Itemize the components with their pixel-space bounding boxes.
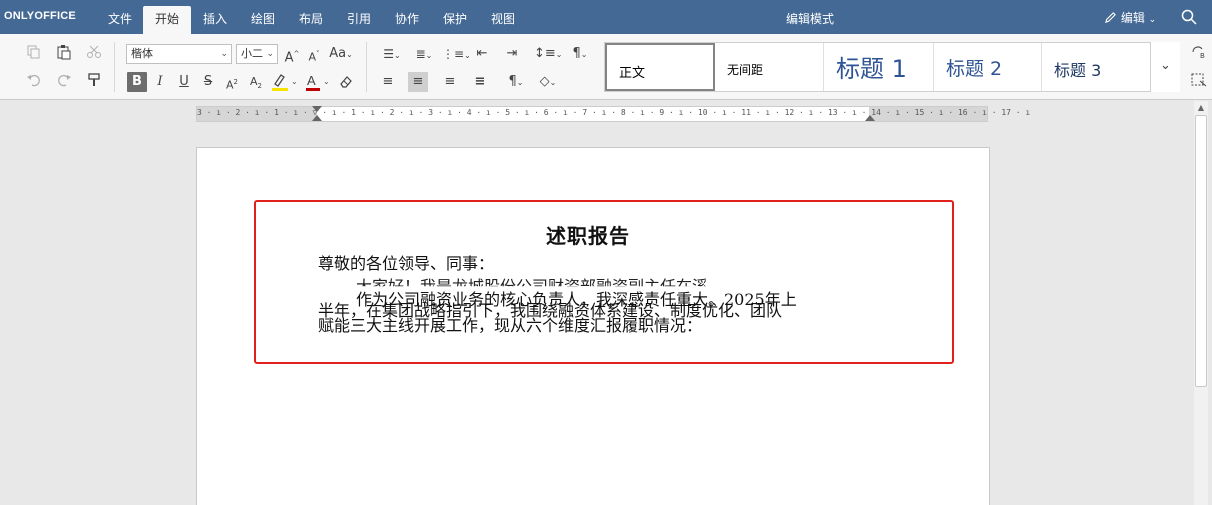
svg-text:⌄: ⌄ (323, 77, 330, 86)
pencil-icon (1104, 12, 1116, 24)
styles-gallery: 正文 无间距 标题 1 标题 2 标题 3 (604, 42, 1180, 92)
document-title[interactable]: 述职报告 (546, 220, 630, 249)
decrease-indent-icon[interactable]: ⇤ (472, 44, 492, 64)
toolbar-divider (366, 42, 367, 92)
nonprinting-characters-icon[interactable]: ¶⌄ (502, 72, 530, 92)
tab-home[interactable]: 开始 (143, 6, 192, 34)
font-color-icon[interactable]: A ⌄ (304, 72, 332, 92)
style-no-spacing[interactable]: 无间距 (715, 43, 823, 91)
document-line[interactable]: 尊敬的各位领导、同事： (318, 250, 494, 274)
select-all-icon[interactable] (1190, 72, 1208, 88)
tab-references[interactable]: 引用 (335, 6, 383, 34)
undo-icon[interactable] (26, 72, 42, 88)
align-right-icon[interactable]: ≡ (440, 72, 460, 92)
superscript-icon[interactable]: A2 (222, 72, 242, 92)
style-heading-1[interactable]: 标题 1 (823, 43, 933, 91)
right-indent-marker[interactable] (865, 115, 875, 121)
increase-font-icon[interactable]: A^ (282, 44, 302, 65)
font-size-value: 小二 (241, 47, 263, 60)
svg-text:A: A (307, 73, 316, 88)
tab-draw[interactable]: 绘图 (239, 6, 287, 34)
chevron-down-icon: ⌄ (1148, 15, 1157, 25)
bullets-icon[interactable]: ☰⌄ (378, 44, 406, 64)
format-painter-icon[interactable] (86, 72, 102, 88)
decrease-font-icon[interactable]: A˅ (304, 44, 324, 64)
change-case-icon[interactable]: Aa⌄ (328, 44, 354, 64)
svg-text:⌄: ⌄ (291, 77, 298, 86)
app-brand-logo: ONLYOFFICE (4, 10, 76, 22)
chevron-down-icon: ⌄ (1160, 58, 1171, 73)
subscript-icon[interactable]: A2 (246, 72, 266, 92)
clear-formatting-icon[interactable] (338, 74, 354, 90)
left-indent-marker[interactable] (312, 115, 322, 121)
redo-icon[interactable] (56, 72, 72, 88)
increase-indent-icon[interactable]: ⇥ (502, 44, 522, 64)
vertical-scrollbar[interactable]: ▲ (1194, 101, 1208, 505)
shading-icon[interactable]: ◇⌄ (534, 72, 562, 92)
tab-collaborate[interactable]: 协作 (383, 6, 431, 34)
tab-view[interactable]: 视图 (479, 6, 527, 34)
home-toolbar: 楷体 ⌄ 小二 ⌄ A^ A˅ Aa⌄ B I U S A2 A2 ⌄ A ⌄ ☰… (0, 34, 1212, 100)
horizontal-ruler[interactable]: 3 · ı · 2 · ı · 1 · ı · ▽ · ı · 1 · ı · … (196, 106, 1030, 122)
justify-icon[interactable]: ≡ (470, 72, 490, 92)
multilevel-list-icon[interactable]: ⋮≡⌄ (442, 44, 471, 64)
font-size-select[interactable]: 小二 ⌄ (236, 44, 278, 64)
align-center-icon[interactable]: ≡ (408, 72, 428, 92)
edit-mode-title: 编辑模式 (785, 12, 834, 26)
style-heading-2-label: 标题 2 (946, 58, 1003, 80)
svg-text:B: B (1200, 52, 1205, 60)
underline-icon[interactable]: U (174, 72, 194, 92)
font-name-value: 楷体 (131, 47, 153, 60)
style-heading-3[interactable]: 标题 3 (1041, 43, 1149, 91)
toolbar-divider (114, 42, 115, 92)
tab-protect[interactable]: 保护 (431, 6, 479, 34)
style-normal[interactable]: 正文 (605, 43, 715, 91)
chevron-down-icon: ⌄ (220, 49, 228, 59)
edit-mode-button[interactable]: 编辑 ⌄ (1104, 9, 1156, 26)
tab-layout[interactable]: 布局 (287, 6, 335, 34)
font-name-select[interactable]: 楷体 ⌄ (126, 44, 232, 64)
style-no-spacing-label: 无间距 (727, 63, 764, 77)
first-line-indent-marker[interactable] (312, 106, 322, 112)
paste-icon[interactable] (56, 44, 72, 60)
tab-file[interactable]: 文件 (96, 6, 144, 34)
style-heading-3-label: 标题 3 (1054, 61, 1102, 80)
tab-insert[interactable]: 插入 (191, 6, 239, 34)
chevron-down-icon: ⌄ (266, 49, 274, 59)
paragraph-mark-icon[interactable]: ¶⌄ (566, 44, 594, 64)
scroll-up-icon[interactable]: ▲ (1196, 103, 1206, 113)
scrollbar-thumb[interactable] (1195, 115, 1207, 387)
copy-icon[interactable] (26, 44, 42, 60)
numbering-icon[interactable]: ≣⌄ (410, 44, 438, 64)
edit-mode-label: 编辑 (1120, 11, 1145, 25)
cut-icon[interactable] (86, 44, 102, 60)
highlight-color-icon[interactable]: ⌄ (270, 72, 300, 92)
replace-style-icon[interactable]: B (1190, 44, 1208, 60)
search-icon[interactable] (1180, 8, 1198, 26)
top-header-bar: ONLYOFFICE 文件 开始 插入 绘图 布局 引用 协作 保护 视图 编辑… (0, 0, 1212, 34)
document-line[interactable]: 赋能三大主线开展工作，现从六个维度汇报履职情况： (318, 312, 702, 336)
style-heading-1-label: 标题 1 (836, 55, 907, 83)
style-normal-label: 正文 (619, 66, 646, 81)
italic-icon[interactable]: I (150, 72, 170, 92)
align-left-icon[interactable]: ≡ (378, 72, 398, 92)
strikethrough-icon[interactable]: S (198, 72, 218, 92)
bold-icon[interactable]: B (127, 72, 147, 92)
line-spacing-icon[interactable]: ↕≡⌄ (534, 44, 563, 64)
styles-expand-button[interactable]: ⌄ (1150, 42, 1180, 92)
style-heading-2[interactable]: 标题 2 (933, 43, 1041, 91)
